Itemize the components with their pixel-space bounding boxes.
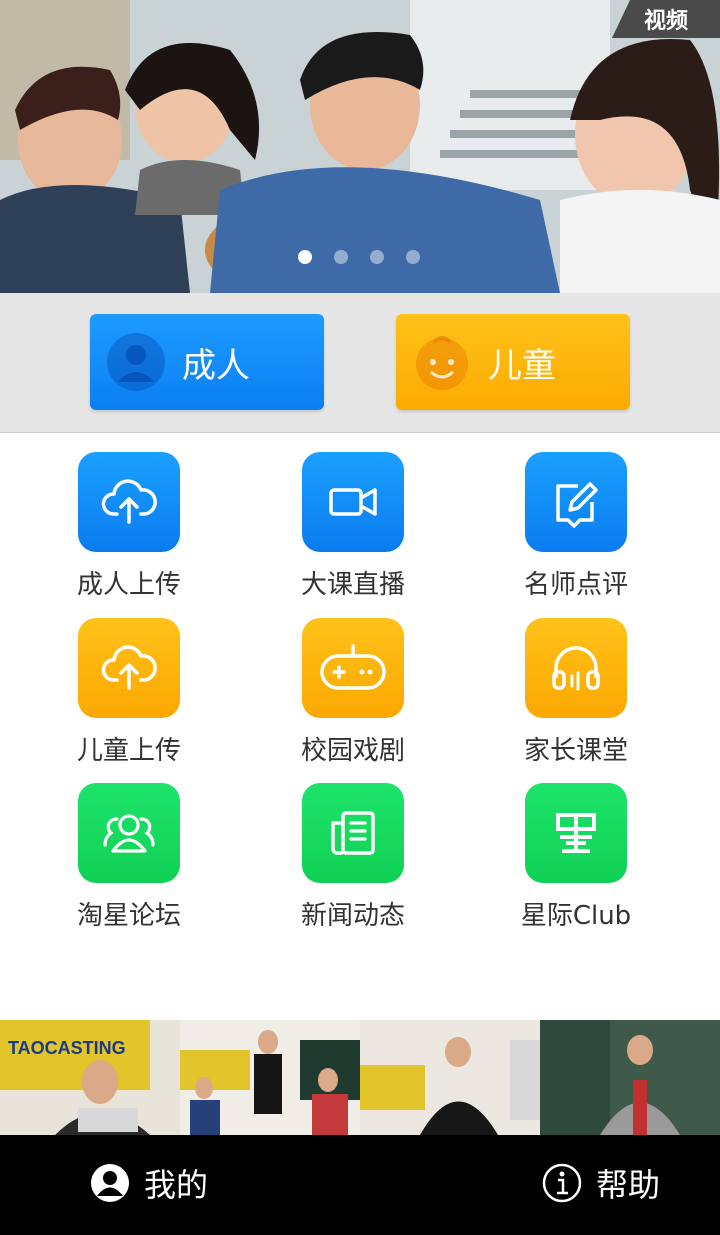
mine-button[interactable]: 我的 — [90, 1160, 208, 1206]
grid-item-label: 儿童上传 — [76, 736, 181, 766]
grid-item-label: 校园戏剧 — [300, 736, 405, 766]
video-thumbnail-image: TAOCASTING — [0, 1020, 180, 1135]
adult-upload-tile[interactable] — [78, 452, 180, 552]
grid-item-label: 淘星论坛 — [76, 901, 181, 931]
forum-tile[interactable] — [78, 783, 180, 883]
help-button[interactable]: 帮助 — [542, 1160, 660, 1206]
user-profile-icon — [91, 1164, 129, 1202]
gamepad-icon — [320, 644, 386, 690]
mine-label: 我的 — [144, 1166, 209, 1204]
campus-drama-tile[interactable] — [302, 618, 404, 718]
grid-item-campus-drama[interactable]: 校园戏剧 — [263, 618, 443, 767]
video-tag[interactable]: 视频 — [612, 0, 720, 38]
adult-category-label: 成人 — [182, 345, 250, 386]
child-category-button[interactable]: 儿童 — [396, 314, 630, 410]
child-face-icon — [416, 336, 468, 390]
info-icon — [542, 1163, 582, 1203]
carousel-dot[interactable] — [298, 250, 312, 264]
logo-text: TAOCASTING — [8, 1038, 126, 1058]
person-icon — [107, 333, 165, 391]
grid-item-label: 家长课堂 — [523, 736, 628, 766]
video-thumbnail-image — [360, 1020, 540, 1135]
live-class-tile[interactable] — [302, 452, 404, 552]
video-thumbnail-strip: TAOCASTING — [0, 1020, 720, 1135]
video-thumbnail[interactable] — [540, 1020, 720, 1135]
video-thumbnail[interactable] — [360, 1020, 540, 1135]
grid-item-live-class[interactable]: 大课直播 — [263, 452, 443, 601]
grid-item-parent-class[interactable]: 家长课堂 — [486, 618, 666, 767]
newspaper-icon — [331, 811, 375, 855]
grid-item-label: 名师点评 — [523, 570, 628, 600]
carousel-dot[interactable] — [406, 250, 420, 264]
headphones-icon — [552, 646, 600, 691]
star-club-logo-icon — [556, 813, 596, 853]
video-thumbnail[interactable] — [180, 1020, 360, 1135]
bottom-nav-bar: 我的 帮助 — [0, 1135, 720, 1235]
star-club-tile[interactable] — [525, 783, 627, 883]
grid-item-child-upload[interactable]: 儿童上传 — [39, 618, 219, 767]
category-band: 成人 儿童 — [0, 293, 720, 433]
upload-cloud-icon — [101, 645, 157, 690]
parent-class-tile[interactable] — [525, 618, 627, 718]
upload-cloud-icon — [101, 479, 157, 524]
child-upload-tile[interactable] — [78, 618, 180, 718]
video-thumbnail-image — [180, 1020, 360, 1135]
hero-banner[interactable]: 视频 — [0, 0, 720, 293]
video-camera-icon — [329, 488, 377, 516]
grid-item-teacher-review[interactable]: 名师点评 — [486, 452, 666, 601]
grid-item-label: 成人上传 — [76, 570, 181, 600]
forum-users-icon — [103, 814, 155, 853]
grid-item-label: 大课直播 — [300, 570, 405, 600]
grid-item-forum[interactable]: 淘星论坛 — [39, 783, 219, 932]
help-label: 帮助 — [596, 1166, 661, 1204]
video-thumbnail-image — [540, 1020, 720, 1135]
child-category-label: 儿童 — [488, 345, 556, 386]
grid-item-star-club[interactable]: 星际Club — [486, 783, 666, 932]
grid-item-label: 新闻动态 — [300, 901, 405, 931]
grid-item-label: 星际Club — [520, 901, 632, 931]
carousel-dot[interactable] — [370, 250, 384, 264]
news-tile[interactable] — [302, 783, 404, 883]
carousel-dots — [298, 250, 420, 264]
grid-item-news[interactable]: 新闻动态 — [263, 783, 443, 932]
edit-note-icon — [556, 482, 598, 528]
carousel-dot[interactable] — [334, 250, 348, 264]
video-thumbnail[interactable]: TAOCASTING — [0, 1020, 180, 1135]
adult-category-button[interactable]: 成人 — [90, 314, 324, 410]
teacher-review-tile[interactable] — [525, 452, 627, 552]
grid-item-adult-upload[interactable]: 成人上传 — [39, 452, 219, 601]
